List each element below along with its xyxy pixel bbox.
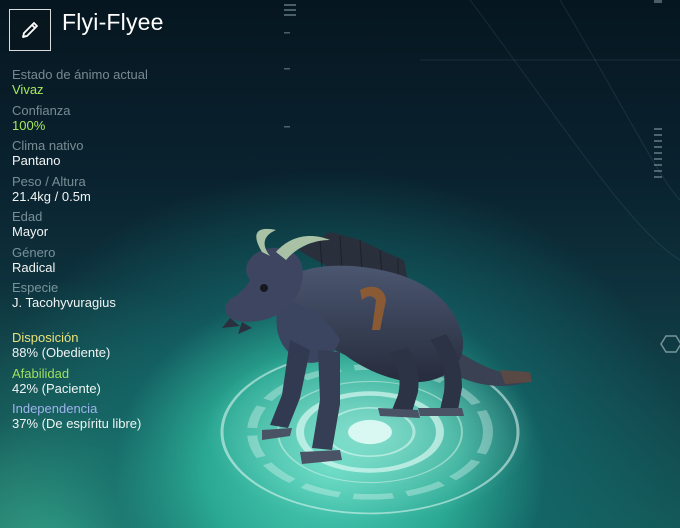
trait-independence: Independencia 37% (De espíritu libre): [12, 401, 232, 437]
stat-label: Especie: [12, 280, 59, 295]
stat-label: Clima nativo: [12, 138, 84, 153]
creature-traits: Disposición 88% (Obediente) Afabilidad 4…: [12, 330, 232, 437]
trait-affability: Afabilidad 42% (Paciente): [12, 366, 232, 402]
stat-trust: Confianza 100%: [12, 103, 232, 139]
creature-stats: Estado de ánimo actual Vivaz Confianza 1…: [12, 67, 232, 316]
hud-hexagon: [660, 335, 680, 353]
hud-grid: [420, 0, 680, 261]
stat-species: Especie J. Tacohyvuragius: [12, 280, 232, 316]
stat-label: Peso / Altura: [12, 173, 86, 189]
pencil-icon: [22, 22, 38, 38]
trait-disposition: Disposición 88% (Obediente): [12, 330, 232, 366]
trait-value: 37% (De espíritu libre): [12, 416, 142, 431]
stat-weight-height: Peso / Altura 21.4kg / 0.5m: [12, 174, 232, 210]
stat-label: Edad: [12, 209, 43, 224]
stat-value: J. Tacohyvuragius: [12, 295, 116, 310]
trait-label: Disposición: [12, 330, 79, 345]
stat-label: Género: [12, 244, 56, 260]
stat-age: Edad Mayor: [12, 209, 232, 245]
stat-value: Radical: [12, 259, 56, 275]
stat-label: Estado de ánimo actual: [12, 67, 148, 82]
hud-ticks: [284, 0, 662, 178]
trait-label: Afabilidad: [12, 365, 70, 381]
stat-climate: Clima nativo Pantano: [12, 138, 232, 174]
stat-value: Mayor: [12, 224, 49, 239]
game-scene: Flyi-Flyee Estado de ánimo actual Vivaz …: [0, 0, 680, 528]
creature-name: Flyi-Flyee: [62, 9, 164, 35]
stat-gender: Género Radical: [12, 245, 232, 281]
stat-mood: Estado de ánimo actual Vivaz: [12, 67, 232, 103]
stat-value: Pantano: [12, 153, 61, 168]
edit-name-button[interactable]: [9, 9, 51, 51]
stat-label: Confianza: [12, 102, 71, 118]
trait-label: Independencia: [12, 401, 98, 416]
stat-value: Vivaz: [12, 82, 44, 97]
stat-value: 100%: [12, 117, 46, 133]
trait-value: 88% (Obediente): [12, 345, 111, 360]
stat-value: 21.4kg / 0.5m: [12, 188, 91, 204]
trait-value: 42% (Paciente): [12, 380, 101, 396]
